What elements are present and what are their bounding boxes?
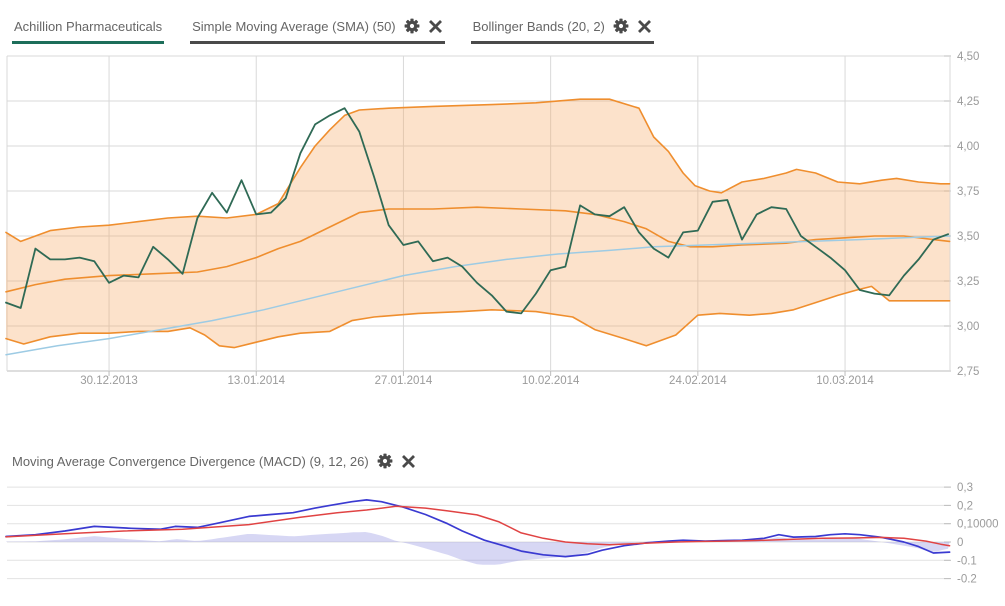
tab-label: Achillion Pharmaceuticals (14, 19, 162, 34)
macd-title: Moving Average Convergence Divergence (M… (12, 454, 369, 469)
close-icon[interactable] (428, 19, 443, 34)
macd-indicator-header: Moving Average Convergence Divergence (M… (12, 452, 416, 470)
y-tick-label: 4,50 (957, 51, 979, 63)
y-tick-label: 3,50 (957, 231, 979, 243)
x-tick-label: 13.01.2014 (227, 375, 285, 387)
x-tick-label: 30.12.2013 (80, 375, 138, 387)
x-tick-label: 24.02.2014 (669, 375, 727, 387)
x-tick-label: 10.02.2014 (522, 375, 580, 387)
tab-label: Bollinger Bands (20, 2) (473, 19, 605, 34)
y-tick-label: 4,00 (957, 141, 979, 153)
y-tick-label: 4,25 (957, 96, 979, 108)
y-tick-label: 0,2 (957, 500, 973, 512)
y-tick-label: 3,75 (957, 186, 979, 198)
tab-bollinger-bands[interactable]: Bollinger Bands (20, 2) (471, 17, 654, 44)
y-tick-label: 0,10000 (957, 519, 999, 531)
stock-chart-app: 4,50 4,25 4,00 3,75 3,50 3,25 3,00 2,75 30.12.20… (0, 0, 1005, 606)
close-icon[interactable] (637, 19, 652, 34)
gear-icon[interactable] (376, 452, 394, 470)
chart-tabs: Achillion Pharmaceuticals Simple Moving … (12, 17, 654, 44)
signal-line (6, 506, 950, 545)
tab-label: Simple Moving Average (SMA) (50) (192, 19, 396, 34)
y-tick-label: 3,25 (957, 276, 979, 288)
x-tick-label: 27.01.2014 (375, 375, 433, 387)
y-tick-label: 3,00 (957, 321, 979, 333)
gear-icon[interactable] (403, 17, 421, 35)
gear-icon[interactable] (612, 17, 630, 35)
y-tick-label: -0.2 (957, 574, 977, 586)
tab-achillion-pharmaceuticals[interactable]: Achillion Pharmaceuticals (12, 17, 164, 44)
y-tick-label: 2,75 (957, 366, 979, 378)
y-tick-label: 0,3 (957, 482, 973, 494)
x-tick-label: 10.03.2014 (816, 375, 874, 387)
y-tick-label: -0.1 (957, 555, 977, 567)
y-tick-label: 0 (957, 537, 963, 549)
tab-sma-50[interactable]: Simple Moving Average (SMA) (50) (190, 17, 445, 44)
close-icon[interactable] (401, 454, 416, 469)
chart-canvas[interactable]: 4,50 4,25 4,00 3,75 3,50 3,25 3,00 2,75 30.12.20… (0, 0, 1005, 606)
